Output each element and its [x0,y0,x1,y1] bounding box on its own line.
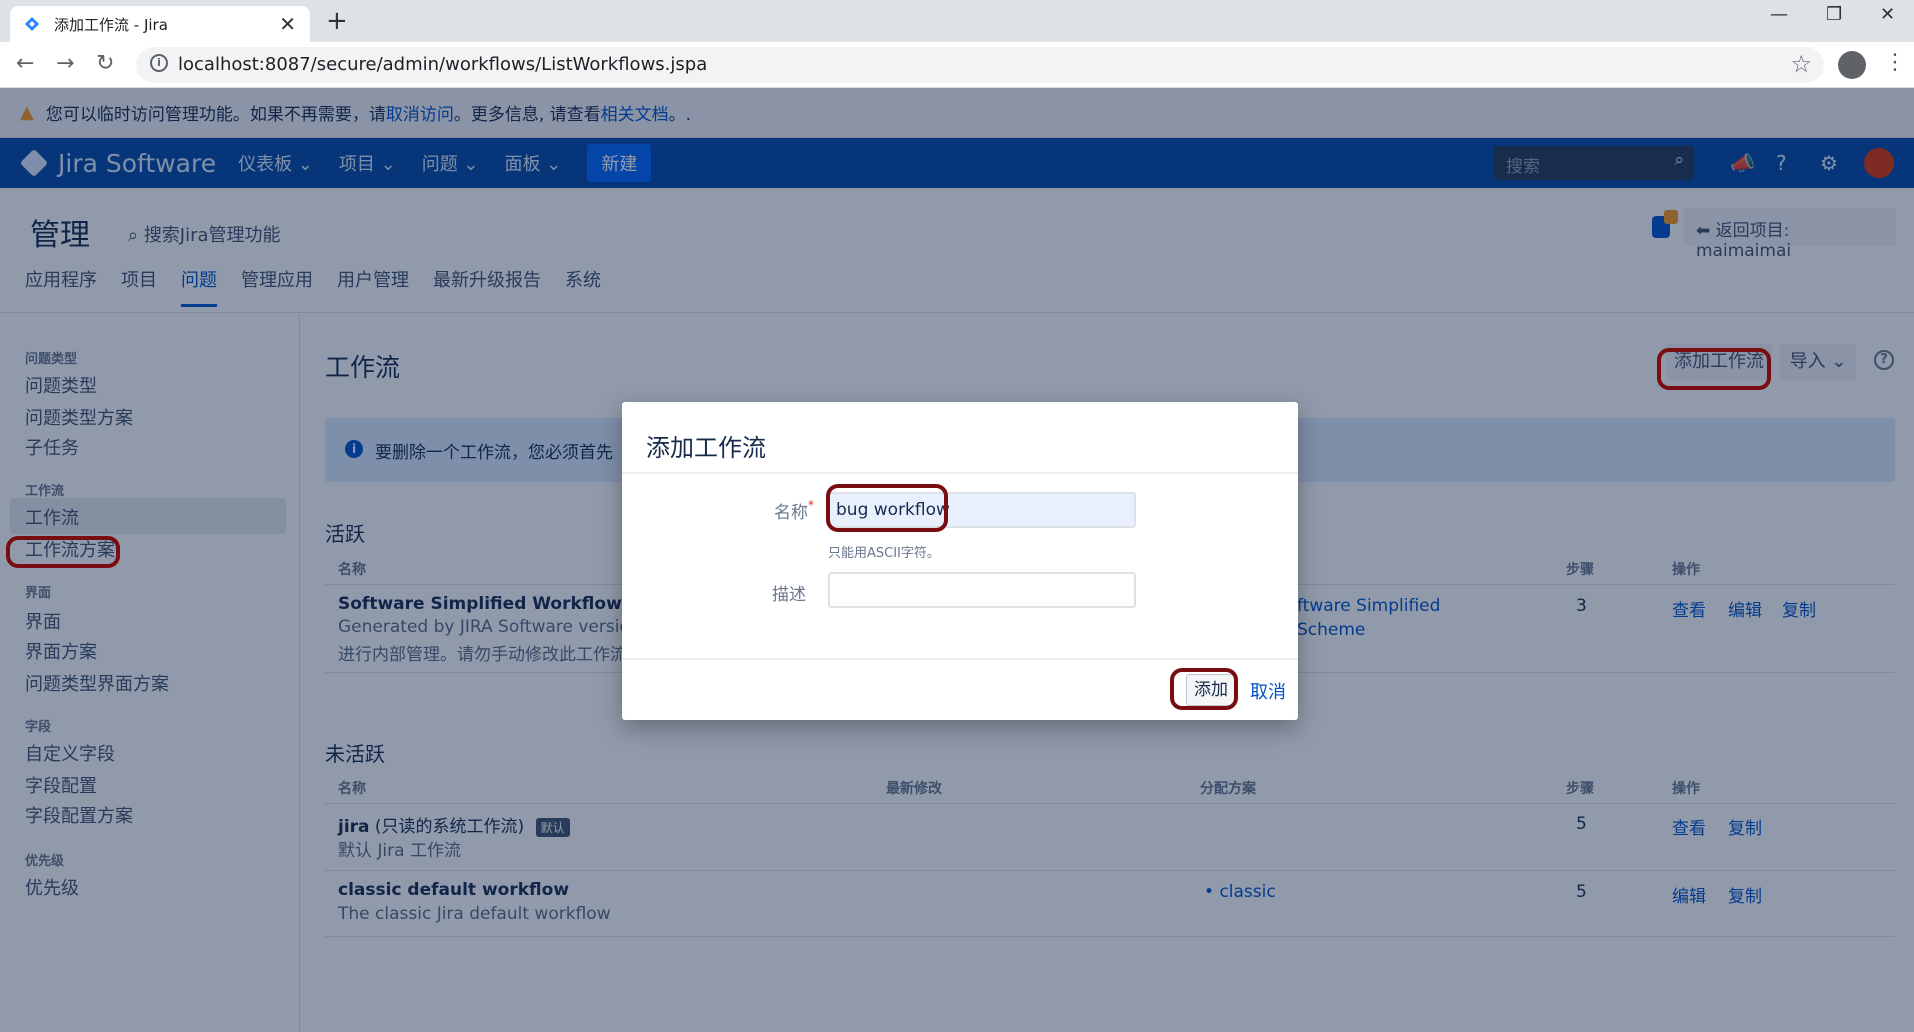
required-mark: * [808,498,814,512]
add-workflow-dialog: 添加工作流 名称* 只能用ASCII字符。 描述 添加 取消 [622,402,1298,720]
name-label: 名称* [734,498,814,523]
restore-icon[interactable]: ❐ [1826,4,1842,25]
cancel-link[interactable]: 取消 [1250,678,1286,704]
highlight-sidebar-workflows [6,536,120,568]
jira-page: ▲ 您可以临时访问管理功能。如果不再需要，请 取消访问 。更多信息, 请查看 相… [0,88,1914,1032]
profile-icon[interactable] [1838,51,1866,79]
back-icon[interactable]: ← [16,51,34,76]
workflow-description-input[interactable] [828,572,1136,608]
browser-tabstrip: 添加工作流 - Jira ✕ + — ❐ ✕ [0,0,1914,42]
bookmark-star-icon[interactable]: ☆ [1790,50,1812,78]
dialog-title: 添加工作流 [646,434,766,462]
name-label-text: 名称 [774,503,808,523]
dialog-header-divider [622,472,1298,474]
url-text: localhost:8087/secure/admin/workflows/Li… [178,54,708,75]
highlight-add-workflow [1657,348,1771,390]
forward-icon[interactable]: → [56,51,74,76]
browser-menu-icon[interactable]: ⋮ [1884,50,1906,75]
tab-title: 添加工作流 - Jira [54,15,168,34]
highlight-name-input [826,484,948,532]
browser-tab[interactable]: 添加工作流 - Jira ✕ [10,6,310,42]
jira-favicon-icon [25,17,39,31]
highlight-add-button [1170,668,1238,710]
site-info-icon[interactable]: i [150,54,168,72]
minimize-icon[interactable]: — [1770,4,1788,25]
address-bar[interactable]: i localhost:8087/secure/admin/workflows/… [136,47,1824,83]
tab-close-icon[interactable]: ✕ [279,12,296,36]
name-hint: 只能用ASCII字符。 [828,546,940,561]
browser-toolbar: ← → ↻ i localhost:8087/secure/admin/work… [0,42,1914,88]
new-tab-icon[interactable]: + [326,6,348,36]
window-close-icon[interactable]: ✕ [1880,4,1895,25]
reload-icon[interactable]: ↻ [96,51,114,76]
desc-label: 描述 [772,585,806,605]
dialog-footer-divider [622,658,1298,660]
